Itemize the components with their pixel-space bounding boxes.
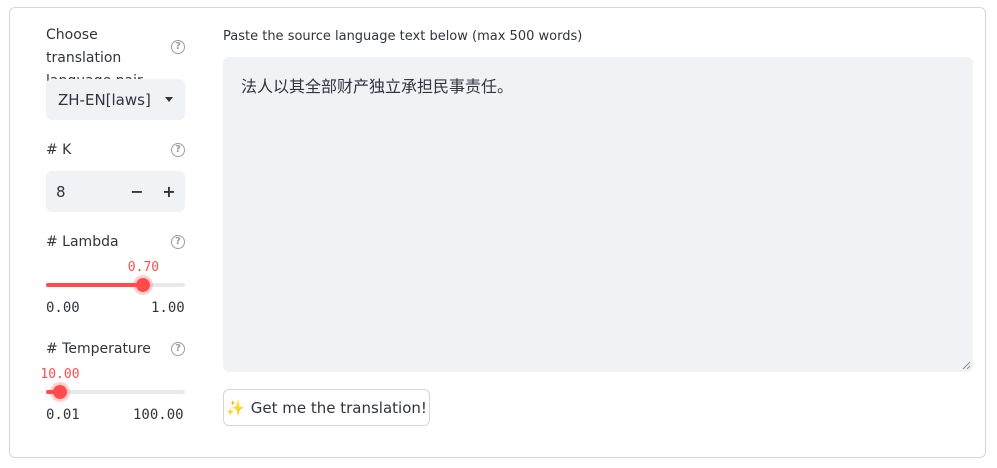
lambda-min-label: 0.00 xyxy=(46,300,80,316)
temperature-label-row: # Temperature ? xyxy=(46,338,185,361)
sparkles-icon: ✨ xyxy=(226,398,245,417)
slider-thumb[interactable] xyxy=(136,278,151,292)
temperature-label: # Temperature xyxy=(46,341,151,357)
get-translation-button-label: Get me the translation! xyxy=(250,398,427,417)
k-number-input: − + xyxy=(46,171,185,212)
source-text-input[interactable]: 法人以其全部财产独立承担民事责任。 xyxy=(223,57,973,372)
k-decrement-button[interactable]: − xyxy=(121,171,153,212)
get-translation-button[interactable]: ✨ Get me the translation! xyxy=(223,389,430,426)
lambda-label: # Lambda xyxy=(46,234,119,250)
temperature-slider[interactable]: 10.00 xyxy=(40,367,185,402)
slider-thumb[interactable] xyxy=(52,385,67,399)
lambda-current-value: 0.70 xyxy=(127,260,160,275)
source-text-label: Paste the source language text below (ma… xyxy=(223,29,583,44)
slider-fill xyxy=(46,283,144,287)
language-pair-select[interactable]: ZH-EN[laws] xyxy=(46,79,185,120)
resize-handle-icon[interactable] xyxy=(962,361,971,370)
chevron-down-icon xyxy=(165,97,173,102)
k-label: # K xyxy=(46,142,72,158)
help-icon[interactable]: ? xyxy=(171,40,185,54)
temperature-max-label: 100.00 xyxy=(133,407,184,423)
help-icon[interactable]: ? xyxy=(171,143,185,157)
k-increment-button[interactable]: + xyxy=(153,171,185,212)
lambda-max-label: 1.00 xyxy=(151,300,185,316)
temperature-min-label: 0.01 xyxy=(46,407,80,423)
k-label-row: # K ? xyxy=(46,139,185,162)
lambda-label-row: # Lambda ? xyxy=(46,231,185,254)
temperature-current-value: 10.00 xyxy=(40,367,80,382)
help-icon[interactable]: ? xyxy=(171,342,185,356)
language-pair-selected-value: ZH-EN[laws] xyxy=(58,90,151,109)
k-value-field[interactable] xyxy=(46,181,121,202)
help-icon[interactable]: ? xyxy=(171,235,185,249)
lambda-slider[interactable]: 0.70 xyxy=(46,260,185,295)
